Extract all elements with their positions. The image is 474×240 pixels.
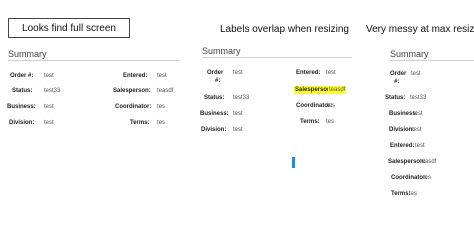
business-label-2: Business:: [200, 111, 229, 117]
order-label-3-line1: Order: [390, 71, 407, 77]
coordinator-label-1: Coordinator:: [115, 104, 152, 110]
order-value-1: test: [44, 73, 54, 79]
order-value-2: test: [233, 70, 243, 76]
entered-label-2: Entered:: [296, 70, 321, 76]
salesperson-value-3: teasdf: [420, 159, 437, 165]
terms-label-2: Terms:: [300, 119, 320, 125]
order-label-2-line2: #:: [215, 78, 221, 84]
coordinator-value-2: tes: [327, 103, 336, 109]
division-value-3: test: [412, 127, 422, 133]
entered-label-1: Entered:: [123, 73, 148, 79]
division-label-1: Division:: [9, 120, 35, 126]
terms-value-3: tes: [409, 191, 418, 197]
business-label-1: Business:: [7, 104, 36, 110]
business-value-2: test: [233, 111, 243, 117]
status-label-3: Status:: [385, 95, 406, 101]
summary-divider-2: [202, 57, 352, 58]
division-value-2: test: [233, 127, 243, 133]
coordinator-value-1: tes: [157, 104, 166, 110]
terms-value-1: tes: [157, 120, 166, 126]
business-value-3: test: [413, 111, 423, 117]
division-label-3: Division:: [389, 127, 415, 133]
status-label-1: Status:: [12, 88, 33, 94]
status-label-2: Status:: [204, 95, 225, 101]
order-label-2-line1: Order: [207, 70, 224, 76]
order-label-3-line2: #:: [394, 79, 400, 85]
full-screen-caption-text: Looks find full screen: [22, 22, 116, 34]
status-value-2: test33: [233, 95, 250, 101]
summary-title-3: Summary: [390, 49, 429, 59]
terms-label-1: Terms:: [130, 120, 150, 126]
salesperson-label-1: Salesperson:: [113, 88, 151, 94]
entered-value-1: test: [157, 73, 167, 79]
business-value-1: test: [44, 104, 54, 110]
status-value-1: test33: [44, 88, 61, 94]
salesperson-value-2: teasdf: [328, 86, 347, 94]
entered-value-3: test: [415, 143, 425, 149]
full-screen-caption: Looks find full screen: [8, 18, 130, 38]
summary-title-2: Summary: [202, 46, 241, 56]
status-value-3: test33: [410, 95, 427, 101]
coordinator-label-3: Coordinator:: [391, 175, 428, 181]
division-value-1: test: [44, 120, 54, 126]
terms-label-3: Terms:: [391, 191, 411, 197]
entered-value-2: test: [326, 70, 336, 76]
terms-value-2: tes: [326, 119, 335, 125]
order-value-3: test: [411, 71, 421, 77]
text-cursor-marker: [292, 157, 295, 168]
division-label-2: Division:: [201, 127, 227, 133]
max-resize-caption: Very messy at max resize: [366, 24, 474, 35]
resize-caption: Labels overlap when resizing: [220, 24, 349, 35]
salesperson-value-1: teasdf: [157, 88, 174, 94]
coordinator-value-3: tes: [423, 175, 432, 181]
summary-divider-3: [390, 60, 474, 61]
summary-divider-1: [8, 60, 180, 61]
entered-label-3: Entered:: [390, 143, 415, 149]
order-label-1: Order #:: [10, 73, 34, 79]
summary-title-1: Summary: [8, 49, 47, 59]
